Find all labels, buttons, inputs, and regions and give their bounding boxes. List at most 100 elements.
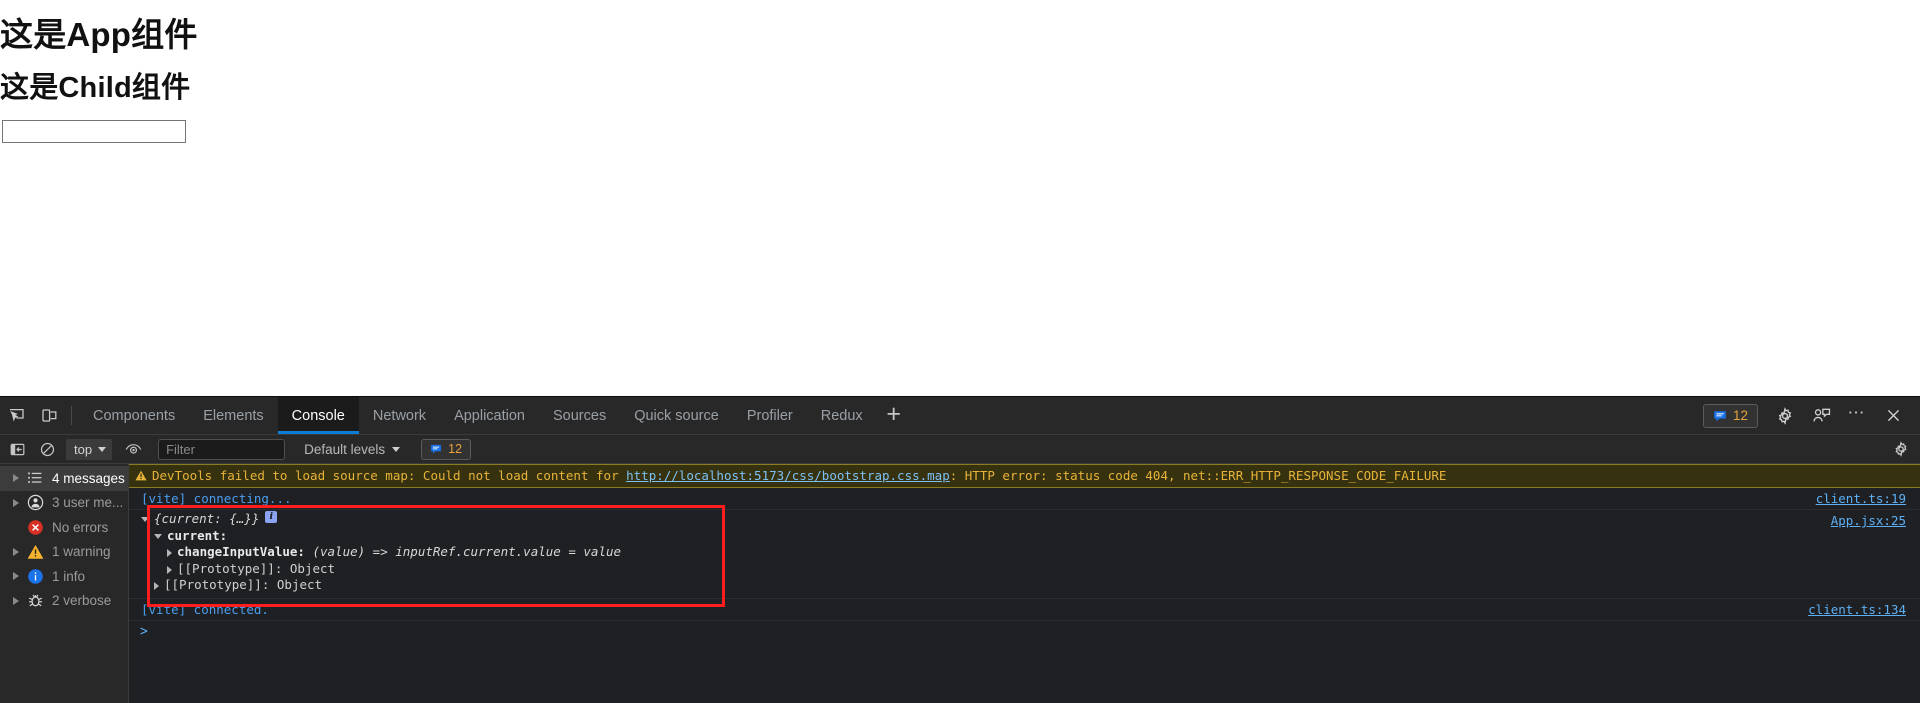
warning-icon — [26, 543, 44, 561]
tab-application[interactable]: Application — [440, 397, 539, 434]
expand-triangle-icon[interactable] — [13, 474, 19, 482]
clear-console-icon[interactable] — [34, 438, 60, 461]
expand-triangle-icon[interactable] — [167, 549, 172, 557]
sidebar-item-4-messages[interactable]: 4 messages — [0, 466, 128, 491]
tab-profiler[interactable]: Profiler — [733, 397, 807, 434]
object-tree-row[interactable]: changeInputValue: (value) => inputRef.cu… — [141, 544, 1831, 561]
console-sidebar: 4 messages 3 user me... No errors 1 warning… — [0, 464, 129, 703]
sidebar-item-label: 4 messages — [52, 471, 125, 486]
sidebar-item-label: 3 user me... — [52, 495, 123, 510]
expand-triangle-icon[interactable] — [13, 597, 19, 605]
console-settings-gear-icon[interactable] — [1888, 438, 1914, 461]
warning-text-after: : HTTP error: status code 404, net::ERR_… — [950, 468, 1447, 483]
object-property-key: [[Prototype]]: — [177, 561, 282, 578]
chevron-down-icon — [98, 447, 106, 452]
spacer — [282, 561, 290, 578]
source-link-client-ts-134[interactable]: client.ts:134 — [1808, 600, 1920, 619]
console-message-object[interactable]: {current: {…}} i current:changeInputValu… — [129, 510, 1920, 599]
expand-triangle-icon[interactable] — [13, 548, 19, 556]
source-map-url-link[interactable]: http://localhost:5173/css/bootstrap.css.… — [626, 468, 950, 483]
expand-triangle-icon[interactable] — [141, 517, 149, 522]
toolbar-divider — [71, 406, 72, 425]
close-icon[interactable] — [1876, 401, 1910, 431]
feedback-icon[interactable] — [1804, 401, 1838, 431]
object-property-value: Object — [290, 561, 335, 578]
sidebar-item-no-errors[interactable]: No errors — [0, 515, 128, 540]
object-property-key: changeInputValue: — [177, 544, 305, 561]
console-log-levels-selector[interactable]: Default levels — [299, 439, 405, 460]
live-expression-icon[interactable] — [120, 438, 146, 461]
object-property-tree: current:changeInputValue: (value) => inp… — [141, 528, 1831, 594]
rendered-web-page: 这是App组件 这是Child组件 — [0, 0, 1920, 396]
issues-speech-bubble-icon — [1713, 409, 1727, 423]
console-prompt[interactable]: > — [129, 621, 1920, 642]
devtools-panel: ComponentsElementsConsoleNetworkApplicat… — [0, 396, 1920, 703]
tab-sources[interactable]: Sources — [539, 397, 620, 434]
console-filter-toolbar: top Default levels 12 — [0, 435, 1920, 464]
object-property-value: (value) => inputRef.current.value = valu… — [312, 544, 621, 561]
issues-count: 12 — [1733, 408, 1748, 423]
object-tree-row[interactable]: [[Prototype]]: Object — [141, 577, 1831, 594]
sidebar-item-label: No errors — [52, 520, 108, 535]
sidebar-item-label: 2 verbose — [52, 593, 111, 608]
device-toolbar-icon[interactable] — [33, 397, 66, 434]
issues-badge[interactable]: 12 — [1703, 404, 1758, 428]
object-property-key: current: — [167, 528, 227, 545]
sidebar-item-2-verbose[interactable]: 2 verbose — [0, 589, 128, 614]
sidebar-item-1-warning[interactable]: 1 warning — [0, 540, 128, 565]
sidebar-item-3-user-me[interactable]: 3 user me... — [0, 491, 128, 516]
filterbar-issues-count: 12 — [448, 442, 462, 456]
tab-components[interactable]: Components — [79, 397, 189, 434]
object-tree-row[interactable]: current: — [141, 528, 1831, 545]
more-options-icon[interactable]: ⋯ — [1840, 401, 1874, 431]
list-icon — [26, 469, 44, 487]
gear-icon[interactable] — [1768, 401, 1802, 431]
console-message-warning[interactable]: DevTools failed to load source map: Coul… — [129, 464, 1920, 488]
filterbar-issues-badge[interactable]: 12 — [421, 439, 471, 460]
warning-text-before: DevTools failed to load source map: Coul… — [152, 468, 626, 483]
expand-triangle-icon[interactable] — [13, 572, 19, 580]
add-panel-button[interactable]: + — [877, 397, 911, 434]
devtools-toolbar-right: 12 ⋯ — [1703, 397, 1920, 434]
bug-icon — [26, 592, 44, 610]
object-preview-row[interactable]: {current: {…}} i — [141, 511, 1831, 528]
tab-redux[interactable]: Redux — [807, 397, 877, 434]
execution-context-selector[interactable]: top — [66, 439, 112, 460]
sidebar-item-label: 1 info — [52, 569, 85, 584]
tab-console[interactable]: Console — [278, 397, 359, 434]
tab-quick-source[interactable]: Quick source — [620, 397, 733, 434]
object-info-icon[interactable]: i — [265, 511, 277, 523]
console-body: 4 messages 3 user me... No errors 1 warning… — [0, 464, 1920, 703]
object-property-value: Object — [277, 577, 322, 594]
execution-context-label: top — [74, 442, 92, 457]
child-text-input[interactable] — [2, 120, 186, 143]
page-title-child: 这是Child组件 — [0, 74, 190, 103]
sidebar-item-label: 1 warning — [52, 544, 111, 559]
user-message-icon — [26, 494, 44, 512]
chevron-down-icon — [392, 447, 400, 452]
devtools-tabbar: ComponentsElementsConsoleNetworkApplicat… — [0, 397, 1920, 435]
console-message-list: DevTools failed to load source map: Coul… — [129, 464, 1920, 703]
expand-triangle-icon[interactable] — [167, 566, 172, 574]
console-message-vite-connecting[interactable]: [vite] connecting... client.ts:19 — [129, 488, 1920, 510]
sidebar-item-1-info[interactable]: 1 info — [0, 564, 128, 589]
console-sidebar-toggle-icon[interactable] — [4, 438, 30, 461]
console-filter-input[interactable] — [158, 439, 285, 460]
warning-message-text: DevTools failed to load source map: Coul… — [129, 466, 1920, 486]
tab-elements[interactable]: Elements — [189, 397, 277, 434]
object-preview-text: {current: {…}} — [154, 511, 259, 528]
source-link-app-jsx-25[interactable]: App.jsx:25 — [1831, 511, 1920, 530]
tab-network[interactable]: Network — [359, 397, 440, 434]
collapse-triangle-icon[interactable] — [154, 534, 162, 539]
source-link-client-ts-19[interactable]: client.ts:19 — [1816, 489, 1920, 508]
log-levels-label: Default levels — [304, 442, 385, 457]
expand-triangle-icon[interactable] — [13, 499, 19, 507]
vite-connecting-text: [vite] connecting... — [141, 491, 292, 506]
console-message-vite-connected[interactable]: [vite] connected. client.ts:134 — [129, 599, 1920, 621]
spacer — [305, 544, 313, 561]
object-tree-row[interactable]: [[Prototype]]: Object — [141, 561, 1831, 578]
inspect-element-icon[interactable] — [0, 397, 33, 434]
warning-icon — [135, 467, 147, 486]
devtools-tab-list: ComponentsElementsConsoleNetworkApplicat… — [79, 397, 877, 434]
expand-triangle-icon[interactable] — [154, 582, 159, 590]
